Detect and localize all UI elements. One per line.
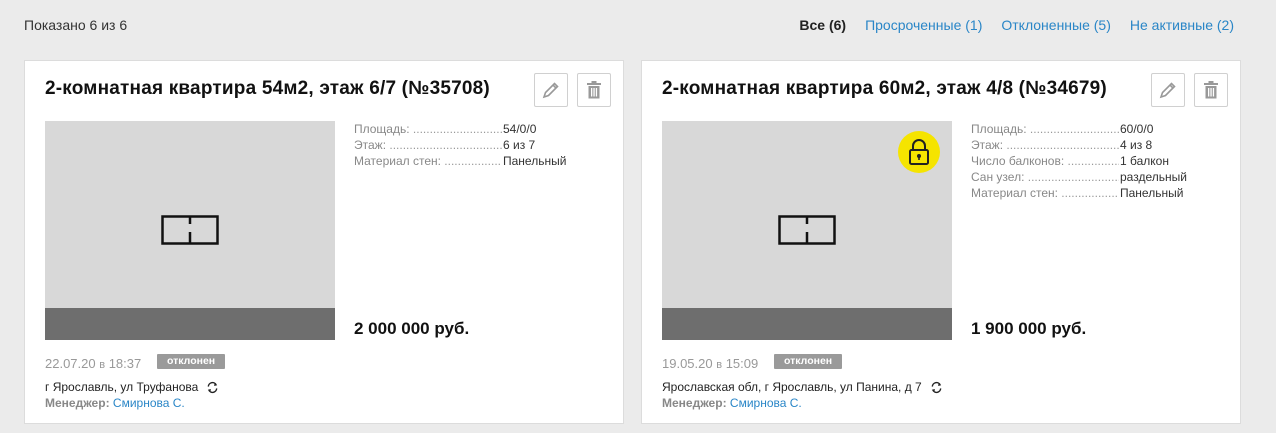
property-list: Площадь:60/0/0 Этаж:4 из 8 Число балконо… xyxy=(971,121,1187,201)
property-value: 6 из 7 xyxy=(503,138,536,152)
listing-card: 2-комнатная квартира 60м2, этаж 4/8 (№34… xyxy=(641,60,1241,424)
floorplan-icon xyxy=(161,215,219,245)
property-row: Этаж:6 из 7 xyxy=(354,137,566,153)
listing-title[interactable]: 2-комнатная квартира 54м2, этаж 6/7 (№35… xyxy=(45,78,490,100)
price: 1 900 000 руб. xyxy=(971,319,1087,338)
filter-rejected[interactable]: Отклоненные (5) xyxy=(1001,17,1111,33)
property-value: 1 балкон xyxy=(1120,154,1169,168)
property-key: Число балконов: xyxy=(971,153,1119,169)
delete-button[interactable] xyxy=(1194,73,1228,107)
time-value: 15:09 xyxy=(725,356,759,371)
photo-caption-strip xyxy=(662,308,952,340)
pencil-icon xyxy=(1159,82,1176,99)
property-value: 60/0/0 xyxy=(1120,122,1154,136)
filter-all[interactable]: Все (6) xyxy=(799,17,846,33)
pencil-icon xyxy=(542,82,559,99)
date-value: 19.05.20 xyxy=(662,356,713,371)
time-value: 18:37 xyxy=(108,356,142,371)
address: Ярославская обл, г Ярославль, ул Панина,… xyxy=(662,380,943,394)
filter-overdue[interactable]: Просроченные (1) xyxy=(865,17,982,33)
refresh-icon[interactable] xyxy=(206,381,219,394)
property-key: Площадь: xyxy=(354,121,502,137)
trash-icon xyxy=(587,81,601,99)
date-value: 22.07.20 xyxy=(45,356,96,371)
time-prefix: в xyxy=(99,359,106,371)
time-prefix: в xyxy=(716,359,723,371)
property-value: раздельный xyxy=(1120,170,1187,184)
date: 19.05.20 в 15:09 xyxy=(662,356,758,371)
floorplan-icon xyxy=(778,215,836,245)
property-key: Материал стен: xyxy=(354,153,502,169)
edit-button[interactable] xyxy=(534,73,568,107)
property-key: Этаж: xyxy=(971,137,1119,153)
property-key: Сан узел: xyxy=(971,169,1119,185)
refresh-icon[interactable] xyxy=(930,381,943,394)
property-value: Панельный xyxy=(503,154,567,168)
property-row: Сан узел:раздельный xyxy=(971,169,1187,185)
manager: Менеджер: Смирнова С. xyxy=(45,396,185,410)
listing-header: Показано 6 из 6 Все (6) Просроченные (1)… xyxy=(0,0,1276,50)
property-row: Площадь:54/0/0 xyxy=(354,121,566,137)
listing-title[interactable]: 2-комнатная квартира 60м2, этаж 4/8 (№34… xyxy=(662,78,1107,100)
manager-label: Менеджер: xyxy=(45,396,110,410)
address: г Ярославль, ул Труфанова xyxy=(45,380,219,394)
manager-label: Менеджер: xyxy=(662,396,727,410)
manager-link[interactable]: Смирнова С. xyxy=(113,396,185,410)
manager: Менеджер: Смирнова С. xyxy=(662,396,802,410)
edit-button[interactable] xyxy=(1151,73,1185,107)
property-key: Площадь: xyxy=(971,121,1119,137)
address-text: г Ярославль, ул Труфанова xyxy=(45,380,199,394)
filter-tabs: Все (6) Просроченные (1) Отклоненные (5)… xyxy=(799,17,1234,33)
trash-icon xyxy=(1204,81,1218,99)
filter-inactive[interactable]: Не активные (2) xyxy=(1130,17,1234,33)
date: 22.07.20 в 18:37 xyxy=(45,356,141,371)
property-row: Материал стен:Панельный xyxy=(971,185,1187,201)
price: 2 000 000 руб. xyxy=(354,319,470,338)
photo-caption-strip xyxy=(45,308,335,340)
property-value: Панельный xyxy=(1120,186,1184,200)
property-row: Материал стен:Панельный xyxy=(354,153,566,169)
status-badge: отклонен xyxy=(157,354,226,369)
property-row: Этаж:4 из 8 xyxy=(971,137,1187,153)
listing-photo[interactable] xyxy=(662,121,952,340)
property-row: Площадь:60/0/0 xyxy=(971,121,1187,137)
property-row: Число балконов:1 балкон xyxy=(971,153,1187,169)
lock-icon xyxy=(909,139,929,165)
manager-link[interactable]: Смирнова С. xyxy=(730,396,802,410)
listing-photo[interactable] xyxy=(45,121,335,340)
property-value: 54/0/0 xyxy=(503,122,537,136)
delete-button[interactable] xyxy=(577,73,611,107)
listing-card: 2-комнатная квартира 54м2, этаж 6/7 (№35… xyxy=(24,60,624,424)
shown-count: Показано 6 из 6 xyxy=(24,17,128,33)
lock-badge xyxy=(898,131,940,173)
property-key: Этаж: xyxy=(354,137,502,153)
address-text: Ярославская обл, г Ярославль, ул Панина,… xyxy=(662,380,922,394)
property-value: 4 из 8 xyxy=(1120,138,1153,152)
property-key: Материал стен: xyxy=(971,185,1119,201)
property-list: Площадь:54/0/0 Этаж:6 из 7 Материал стен… xyxy=(354,121,566,169)
status-badge: отклонен xyxy=(774,354,843,369)
